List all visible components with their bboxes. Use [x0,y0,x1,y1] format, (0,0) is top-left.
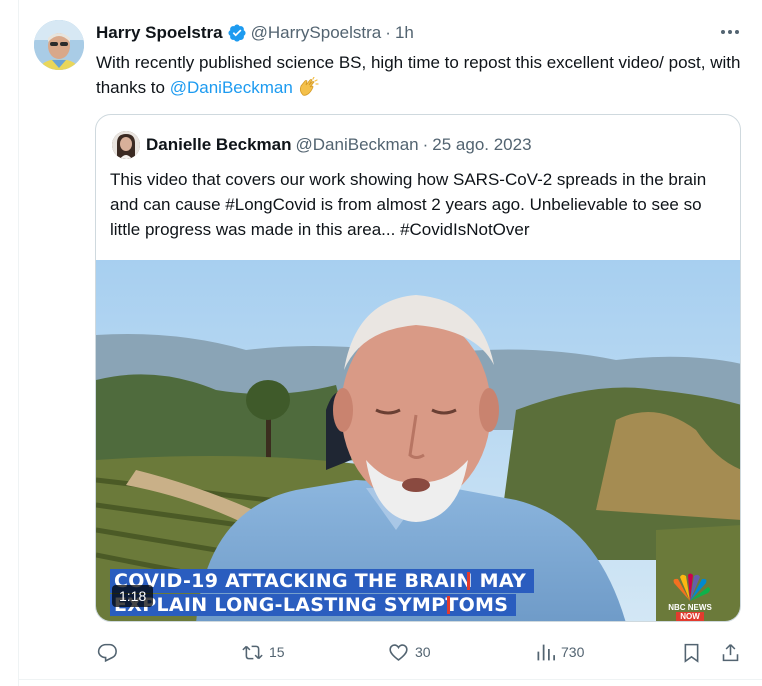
bookmark-icon [684,643,699,663]
author-avatar[interactable] [34,20,84,70]
share-button[interactable] [720,638,741,666]
views-chart-icon [537,644,555,660]
bookmark-button[interactable] [681,638,702,666]
peacock-icon [673,573,710,601]
repost-icon [242,645,263,659]
author-name[interactable]: Harry Spoelstra [96,23,223,43]
clapping-hands-icon [299,77,319,96]
banner-accent-bar [467,572,470,590]
separator-dot: · [385,23,391,42]
quoted-author-handle[interactable]: @DaniBeckman [296,135,419,155]
heart-icon [389,643,408,661]
post-time[interactable]: 1h [395,23,414,43]
views-button[interactable]: 730 [534,638,584,666]
post-actions-bar: 15 30 730 [0,638,762,666]
share-icon [722,643,739,661]
separator-dot: · [422,135,429,154]
quoted-author-name[interactable]: Danielle Beckman [146,135,292,155]
more-options-icon[interactable] [718,22,742,42]
reply-icon [97,643,117,662]
network-logo-subtext: NOW [676,612,704,621]
quoted-post-card[interactable]: Danielle Beckman @DaniBeckman · 25 ago. … [95,114,741,622]
post-header: Harry Spoelstra @HarrySpoelstra · 1h [96,22,414,44]
quoted-post-date[interactable]: 25 ago. 2023 [432,135,531,155]
news-banner-line1: COVID-19 ATTACKING THE BRAIN MAY [110,569,535,593]
views-count: 730 [561,644,585,660]
verified-badge-icon [228,24,246,42]
post-divider [19,679,762,680]
video-duration: 1:18 [112,585,154,607]
thread-divider [18,0,19,686]
quoted-post-text: This video that covers our work showing … [110,170,707,239]
repost-button[interactable]: 15 [242,638,285,666]
like-button[interactable]: 30 [388,638,431,666]
author-handle[interactable]: @HarrySpoelstra [251,23,382,43]
video-player[interactable]: COVID-19 ATTACKING THE BRAIN MAY EXPLAIN… [96,260,740,621]
post-text: With recently published science BS, high… [96,50,746,100]
network-logo-text: NBC NEWS [668,603,712,612]
banner-accent-bar [447,596,450,614]
reply-button[interactable] [96,638,123,666]
mention-link[interactable]: @DaniBeckman [170,78,293,97]
news-banner-line2: EXPLAIN LONG-LASTING SYMPTOMS [110,594,517,616]
network-logo: NBC NEWS NOW [664,573,716,621]
quoted-author-avatar[interactable] [112,131,140,159]
quoted-post-header: Danielle Beckman @DaniBeckman · 25 ago. … [146,133,532,157]
like-count: 30 [415,644,431,660]
repost-count: 15 [269,644,285,660]
video-thumbnail [96,260,740,621]
